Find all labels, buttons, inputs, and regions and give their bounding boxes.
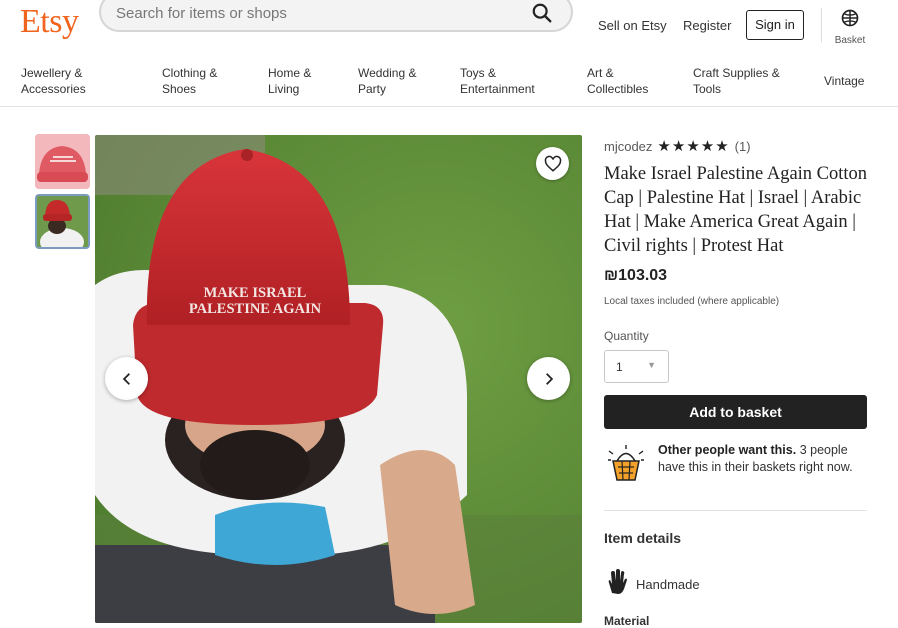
search-placeholder: Search for items or shops [116,5,287,22]
category-vintage[interactable]: Vintage [824,73,864,89]
chevron-left-icon [122,372,130,385]
product-price: ₪103.03 [604,267,668,284]
quantity-value: 1 [616,360,623,374]
favorite-button[interactable] [536,147,569,180]
seller-rating: mjcodez ★★★★★ (1) [604,137,751,155]
seller-name[interactable]: mjcodez [604,139,652,154]
sell-on-etsy-link[interactable]: Sell on Etsy [598,18,667,33]
quantity-label: Quantity [604,329,649,343]
sign-in-button[interactable]: Sign in [746,10,804,40]
model-thumbnail-image [37,196,88,247]
category-toys[interactable]: Toys & Entertainment [460,65,535,97]
chevron-right-icon [545,372,553,385]
handmade-label: Handmade [636,577,700,592]
cap-text-line-2: PALESTINE AGAIN [189,301,322,317]
category-home[interactable]: Home & Living [268,65,311,97]
thumbnail-1[interactable] [35,134,90,189]
search-bar[interactable]: Search for items or shops [99,0,573,32]
chevron-down-icon: ▼ [647,360,656,370]
category-craft[interactable]: Craft Supplies & Tools [693,65,780,97]
header-divider [821,8,822,42]
hand-icon [608,569,627,594]
demand-notice: Other people want this. 3 people have th… [658,442,868,476]
product-title: Make Israel Palestine Again Cotton Cap |… [604,164,868,256]
demand-bold: Other people want this. [658,443,797,457]
basket-button[interactable]: Basket [828,8,872,46]
material-heading: Material [604,614,650,628]
quantity-select[interactable]: 1 ▼ [604,350,669,383]
etsy-logo[interactable]: Etsy [20,3,79,41]
search-icon[interactable] [531,2,553,24]
hat-thumbnail-image [35,134,90,189]
register-link[interactable]: Register [683,18,731,33]
previous-image-button[interactable] [105,357,148,400]
category-art[interactable]: Art & Collectibles [587,65,648,97]
product-photo: MAKE ISRAEL PALESTINE AGAIN [95,135,582,623]
add-to-basket-button[interactable]: Add to basket [604,395,867,429]
basket-label: Basket [834,35,866,46]
next-image-button[interactable] [527,357,570,400]
basket-icon [841,9,859,27]
star-rating-icon: ★★★★★ [657,138,730,155]
heart-icon [544,155,561,172]
thumbnail-2[interactable] [35,194,90,249]
review-count[interactable]: (1) [735,139,751,154]
tax-note: Local taxes included (where applicable) [604,296,780,307]
category-wedding[interactable]: Wedding & Party [358,65,416,97]
category-divider [0,106,898,107]
product-main-image: MAKE ISRAEL PALESTINE AGAIN [95,135,582,623]
basket-demand-icon [608,445,644,481]
cap-text-line-1: MAKE ISRAEL [204,285,307,301]
details-divider [604,510,867,511]
category-clothing[interactable]: Clothing & Shoes [162,65,217,97]
item-details-heading[interactable]: Item details [604,530,681,546]
category-jewellery[interactable]: Jewellery & Accessories [21,65,86,97]
